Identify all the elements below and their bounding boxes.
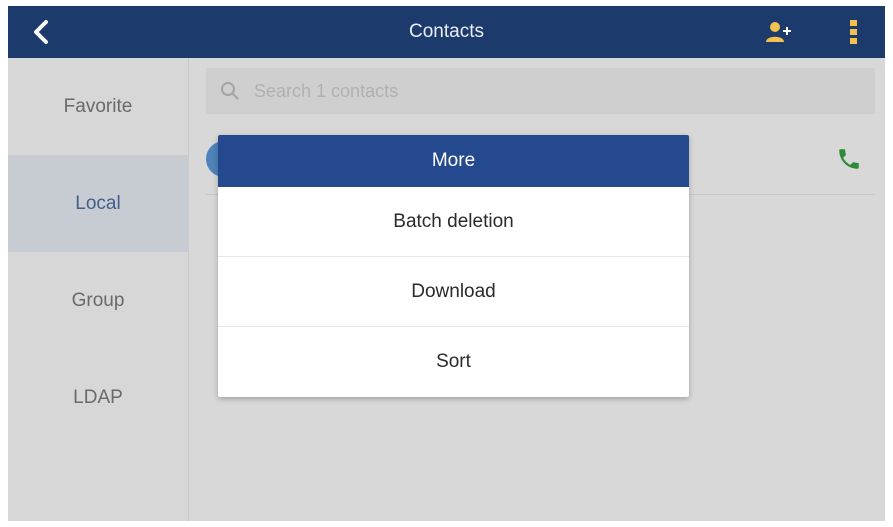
search-icon (221, 82, 239, 100)
sidebar-item-favorite[interactable]: Favorite (8, 58, 188, 155)
download-option[interactable]: Download (218, 257, 689, 327)
call-button[interactable] (836, 146, 862, 172)
app-window: Contacts Favorite Local Group LDAP Searc… (8, 6, 885, 521)
sidebar-item-local[interactable]: Local (8, 155, 188, 252)
sidebar: Favorite Local Group LDAP (8, 58, 188, 521)
page-title: Contacts (409, 21, 484, 42)
sidebar-item-ldap[interactable]: LDAP (8, 349, 188, 446)
more-vertical-icon (850, 20, 857, 44)
sort-option[interactable]: Sort (218, 327, 689, 396)
batch-deletion-option[interactable]: Batch deletion (218, 187, 689, 257)
dialog-title: More (218, 135, 689, 187)
add-contact-icon (766, 22, 791, 42)
sidebar-item-group[interactable]: Group (8, 252, 188, 349)
more-menu-button[interactable] (846, 16, 862, 48)
add-contact-button[interactable] (764, 18, 792, 46)
search-input[interactable]: Search 1 contacts (206, 68, 875, 114)
more-dialog: More Batch deletion Download Sort (218, 135, 689, 397)
phone-icon (839, 149, 859, 169)
top-bar: Contacts (8, 6, 885, 58)
search-placeholder: Search 1 contacts (254, 81, 399, 101)
